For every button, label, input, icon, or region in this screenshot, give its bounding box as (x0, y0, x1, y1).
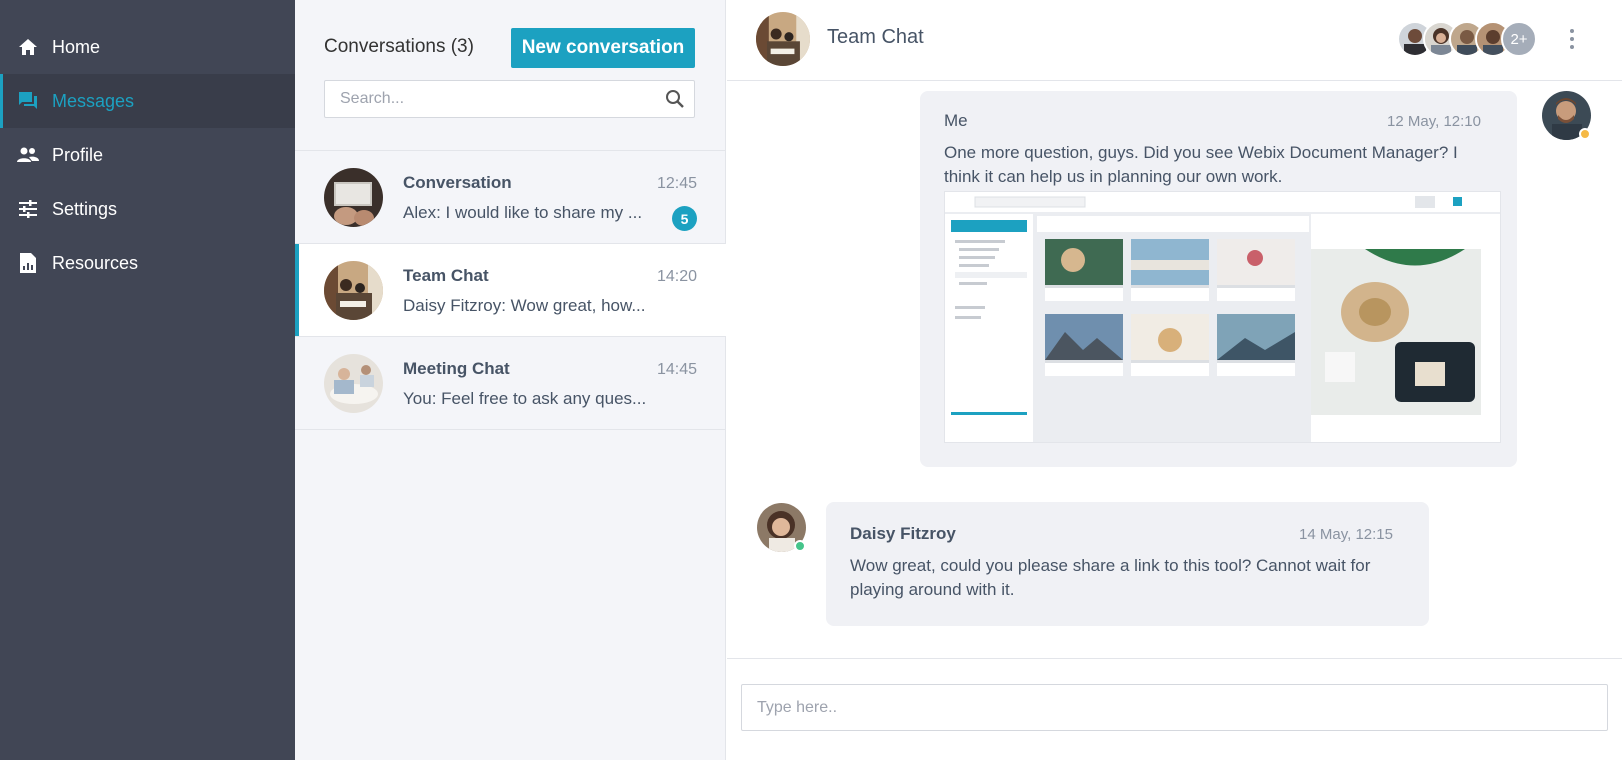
member-avatars[interactable]: 2+ (1397, 21, 1537, 57)
attached-screenshot-image[interactable] (944, 191, 1501, 443)
sidebar-item-label: Profile (52, 144, 104, 165)
conversation-preview: Daisy Fitzroy: Wow great, how... (403, 296, 646, 315)
message-composer (741, 684, 1608, 731)
conversation-time: 14:45 (656, 361, 697, 378)
conversation-preview: You: Feel free to ask any ques... (403, 389, 647, 408)
chat-avatar (756, 12, 810, 66)
message-time: 14 May, 12:15 (1299, 526, 1393, 543)
conversation-preview: Alex: I would like to share my ... (403, 203, 643, 222)
message-bubble-daisy: Daisy Fitzroy 14 May, 12:15 Wow great, c… (826, 502, 1429, 626)
more-members-count[interactable]: 2+ (1501, 21, 1537, 57)
sidebar: Home Messages Profile Settings Resources (0, 0, 295, 760)
online-status-indicator (794, 540, 806, 552)
sidebar-item-label: Resources (52, 252, 139, 273)
divider (727, 658, 1622, 659)
sidebar-item-label: Home (52, 36, 101, 57)
avatar (324, 261, 383, 320)
message-text: One more question, guys. Did you see Web… (944, 143, 1458, 186)
avatar (324, 354, 383, 413)
conversations-panel: Conversations (3) New conversation Conve… (295, 0, 726, 760)
new-conversation-button[interactable]: New conversation (511, 28, 695, 68)
chat-panel: Team Chat 2+ Me 12 May, 12:10 One more q… (727, 0, 1622, 760)
avatar (324, 168, 383, 227)
message-bubble-me: Me 12 May, 12:10 One more question, guys… (920, 91, 1517, 467)
search-input[interactable] (325, 81, 645, 117)
sidebar-item-settings[interactable]: Settings (0, 182, 295, 236)
search-icon[interactable] (665, 89, 685, 114)
conversation-name: Meeting Chat (403, 359, 510, 378)
sidebar-item-profile[interactable]: Profile (0, 128, 295, 182)
message-author: Me (944, 111, 968, 130)
conversation-item-meeting-chat[interactable]: Meeting Chat 14:45 You: Feel free to ask… (295, 337, 726, 430)
chat-header: Team Chat 2+ (727, 0, 1622, 81)
conversation-name: Team Chat (403, 266, 489, 285)
conversation-time: 14:20 (656, 268, 697, 285)
conversations-title: Conversations (3) (324, 36, 474, 57)
sidebar-item-label: Messages (52, 90, 135, 111)
chat-icon (16, 89, 40, 113)
sidebar-item-home[interactable]: Home (0, 20, 295, 74)
message-author: Daisy Fitzroy (850, 524, 956, 543)
message-time: 12 May, 12:10 (1387, 113, 1481, 130)
home-icon (16, 35, 40, 59)
conversation-name: Conversation (403, 173, 512, 192)
people-icon (16, 143, 40, 167)
unread-badge: 5 (672, 206, 697, 231)
message-input[interactable] (742, 685, 1607, 730)
more-options-icon[interactable] (1562, 26, 1582, 52)
sidebar-item-label: Settings (52, 198, 118, 219)
message-text: Wow great, could you please share a link… (850, 556, 1371, 599)
document-chart-icon (16, 251, 40, 275)
search-box (324, 80, 695, 118)
chat-title: Team Chat (827, 26, 924, 48)
sliders-icon (16, 197, 40, 221)
away-status-indicator (1579, 128, 1591, 140)
conversation-time: 12:45 (656, 175, 697, 192)
sidebar-item-messages[interactable]: Messages (0, 74, 295, 128)
conversation-item-conversation[interactable]: Conversation 12:45 Alex: I would like to… (295, 151, 726, 244)
conversation-item-team-chat[interactable]: Team Chat 14:20 Daisy Fitzroy: Wow great… (295, 244, 726, 337)
sidebar-item-resources[interactable]: Resources (0, 236, 295, 290)
